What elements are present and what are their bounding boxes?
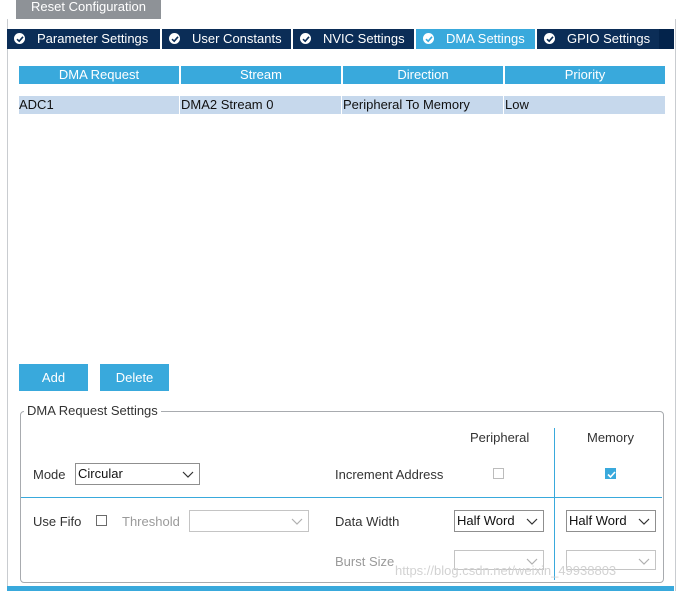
increment-peripheral-checkbox[interactable] [493, 468, 504, 479]
data-width-memory-select[interactable]: Half Word [566, 510, 656, 532]
checkmark-icon [607, 471, 616, 479]
mode-value: Circular [78, 466, 123, 481]
threshold-label: Threshold [122, 514, 180, 529]
check-circle-icon [169, 33, 180, 44]
cell-divider [503, 96, 504, 114]
cell-direction: Peripheral To Memory [343, 97, 470, 112]
tab-label: DMA Settings [446, 31, 525, 46]
tab-user-constants[interactable]: User Constants [162, 29, 291, 49]
peripheral-header: Peripheral [470, 430, 530, 445]
cell-stream: DMA2 Stream 0 [181, 97, 274, 112]
chevron-down-icon [182, 471, 194, 478]
column-header-direction[interactable]: Direction [343, 66, 503, 84]
cell-divider [179, 96, 180, 114]
increment-address-label: Increment Address [335, 467, 444, 482]
tab-label: Parameter Settings [37, 31, 149, 46]
check-circle-icon [544, 33, 555, 44]
data-width-memory-value: Half Word [569, 513, 627, 528]
mode-label: Mode [33, 467, 66, 482]
chevron-down-icon [291, 518, 303, 525]
tab-label: User Constants [192, 31, 282, 46]
watermark: https://blog.csdn.net/weixin_49938803 [395, 563, 617, 578]
reset-configuration-button[interactable]: Reset Configuration [16, 0, 161, 19]
tab-label: GPIO Settings [567, 31, 651, 46]
column-header-stream[interactable]: Stream [181, 66, 341, 84]
chevron-down-icon [526, 518, 538, 525]
tab-bar: Parameter Settings User Constants NVIC S… [7, 29, 674, 49]
tab-nvic-settings[interactable]: NVIC Settings [293, 29, 414, 49]
memory-header: Memory [587, 430, 634, 445]
data-width-label: Data Width [335, 514, 400, 529]
tab-parameter-settings[interactable]: Parameter Settings [7, 29, 160, 49]
tab-dma-settings[interactable]: DMA Settings [416, 29, 535, 49]
check-circle-icon [300, 33, 311, 44]
cell-divider [341, 96, 342, 114]
bottom-scroll-bar [7, 586, 674, 591]
chevron-down-icon [638, 558, 650, 565]
burst-size-label: Burst Size [335, 554, 395, 569]
data-width-peripheral-select[interactable]: Half Word [454, 510, 544, 532]
tab-label: NVIC Settings [323, 31, 405, 46]
delete-button[interactable]: Delete [100, 364, 169, 391]
mode-select[interactable]: Circular [75, 463, 200, 485]
column-divider [554, 428, 555, 580]
tab-gpio-settings[interactable]: GPIO Settings [537, 29, 659, 49]
check-circle-icon [14, 33, 25, 44]
table-row[interactable]: ADC1 DMA2 Stream 0 Peripheral To Memory … [19, 96, 665, 114]
check-circle-icon [423, 33, 434, 44]
group-title: DMA Request Settings [24, 403, 161, 419]
threshold-select[interactable] [189, 510, 309, 532]
column-header-dma-request[interactable]: DMA Request [19, 66, 179, 84]
add-button[interactable]: Add [19, 364, 88, 391]
chevron-down-icon [638, 518, 650, 525]
use-fifo-label: Use Fifo [33, 514, 82, 529]
cell-dma-request: ADC1 [19, 97, 54, 112]
column-header-priority[interactable]: Priority [505, 66, 665, 84]
cell-priority: Low [505, 97, 529, 112]
use-fifo-checkbox[interactable] [96, 515, 107, 526]
section-divider [21, 497, 662, 498]
data-width-peripheral-value: Half Word [457, 513, 515, 528]
increment-memory-checkbox[interactable] [605, 468, 616, 479]
